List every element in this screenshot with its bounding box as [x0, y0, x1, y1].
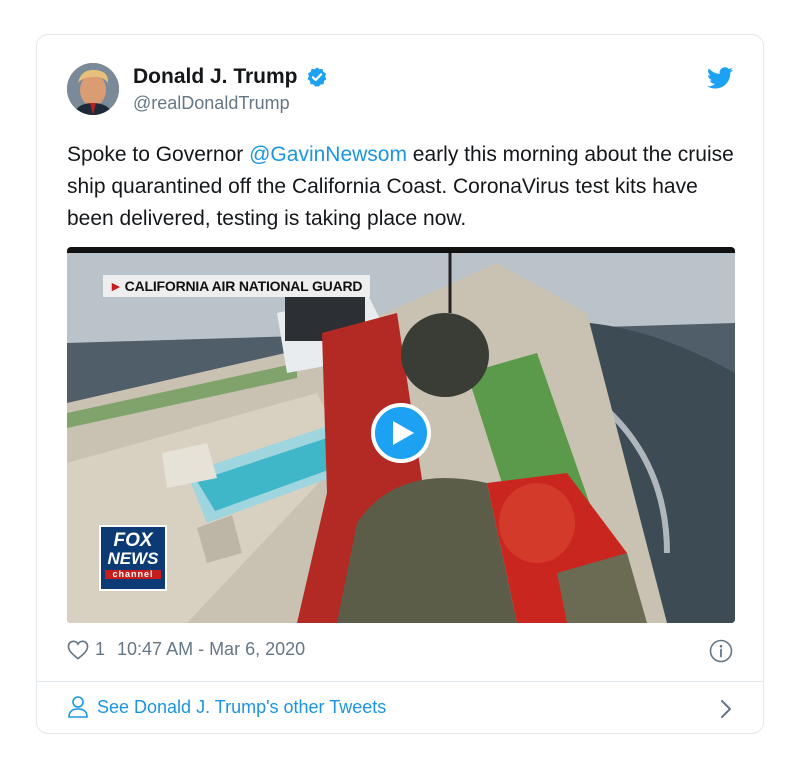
chyron-text: CALIFORNIA AIR NATIONAL GUARD [124, 278, 363, 294]
verified-badge-icon [307, 67, 326, 87]
other-tweets-label[interactable]: See Donald J. Trump's other Tweets [97, 697, 386, 718]
mention-link[interactable]: @GavinNewsom [249, 143, 407, 166]
other-tweets-link[interactable]: See Donald J. Trump's other Tweets [67, 695, 386, 719]
tweet-text: Spoke to Governor @GavinNewsom early thi… [67, 139, 747, 235]
chevron-right-icon[interactable] [719, 699, 733, 719]
like-count[interactable]: 1 [95, 639, 105, 660]
tweet-meta: 1 10:47 AM - Mar 6, 2020 [67, 639, 305, 660]
author-name[interactable]: Donald J. Trump [133, 65, 328, 89]
logo-line-1: FOX [113, 530, 153, 551]
twitter-bird-icon[interactable] [707, 67, 733, 89]
embedded-tweet-card[interactable]: Donald J. Trump @realDonaldTrump Spoke t… [36, 34, 764, 734]
play-button[interactable] [371, 403, 431, 463]
tweet-timestamp[interactable]: 10:47 AM - Mar 6, 2020 [117, 639, 305, 660]
person-icon [68, 696, 88, 718]
play-icon [393, 421, 414, 445]
tweet-text-start: Spoke to Governor [67, 143, 250, 166]
display-name[interactable]: Donald J. Trump [133, 65, 298, 89]
video-player[interactable]: ► CALIFORNIA AIR NATIONAL GUARD FOX NEWS … [67, 247, 735, 623]
divider [37, 681, 763, 682]
info-icon[interactable] [709, 639, 733, 663]
heart-icon[interactable] [67, 640, 89, 660]
news-chyron: ► CALIFORNIA AIR NATIONAL GUARD [103, 275, 371, 297]
logo-line-2: NEWS [107, 549, 159, 568]
author-handle[interactable]: @realDonaldTrump [133, 93, 290, 114]
fox-news-logo: FOX NEWS channel [99, 525, 167, 591]
logo-line-3: channel [105, 570, 161, 579]
avatar[interactable] [67, 63, 119, 115]
chyron-arrow-icon: ► [109, 278, 123, 294]
